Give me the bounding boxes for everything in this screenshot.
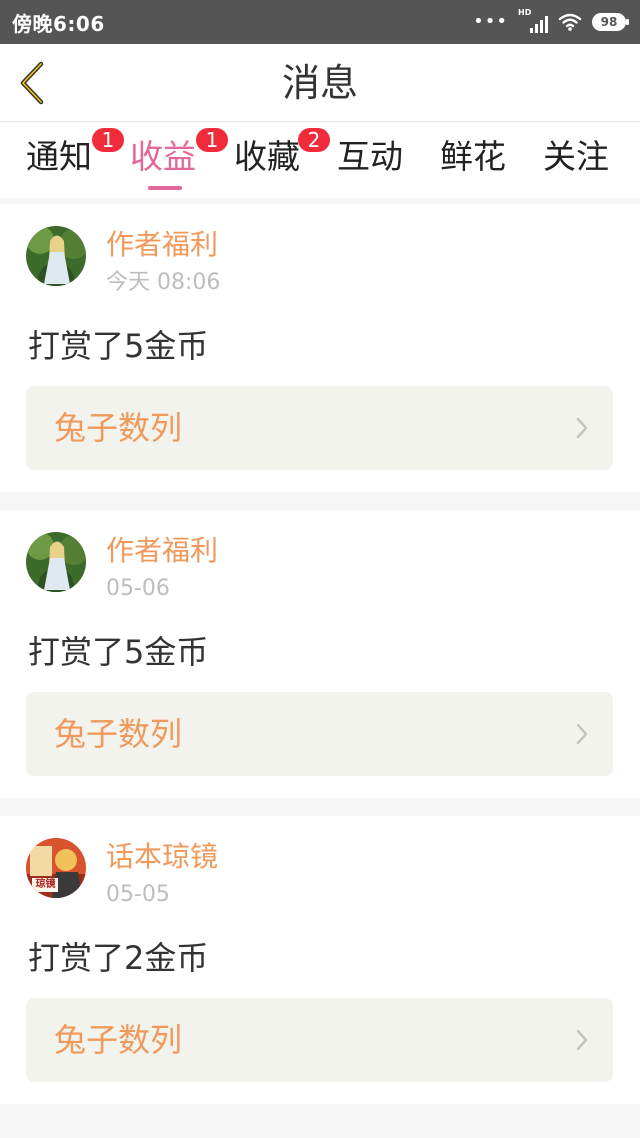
sender-name: 作者福利: [106, 534, 219, 567]
message-text: 打赏了2金币: [28, 939, 209, 977]
status-time: 傍晚6:06: [12, 11, 105, 36]
message-text: 打赏了5金币: [28, 633, 209, 671]
book-link[interactable]: 兔子数列: [26, 998, 613, 1082]
tab-flowers[interactable]: 鲜花: [440, 136, 506, 178]
unread-badge: 1: [92, 128, 124, 152]
battery-icon: 98: [592, 13, 629, 31]
message-time: 05-05: [106, 882, 170, 907]
active-tab-indicator: [148, 186, 182, 190]
chevron-right-icon: [576, 417, 588, 439]
avatar[interactable]: 琼镜: [26, 838, 86, 898]
unread-badge: 2: [298, 128, 330, 152]
avatar[interactable]: [26, 226, 86, 286]
sender-name: 话本琼镜: [106, 840, 219, 873]
message-time: 05-06: [106, 576, 170, 601]
message-time: 今天 08:06: [106, 270, 221, 295]
book-link[interactable]: 兔子数列: [26, 692, 613, 776]
signal-icon: HD: [518, 8, 548, 33]
message-text: 打赏了5金币: [28, 327, 209, 365]
avatar[interactable]: [26, 532, 86, 592]
chevron-right-icon: [576, 723, 588, 745]
book-title: 兔子数列: [54, 715, 183, 753]
tab-earnings[interactable]: 收益 1: [130, 128, 228, 178]
wifi-icon: [558, 13, 582, 31]
tab-label: 鲜花: [440, 137, 506, 176]
tab-label: 收益: [130, 137, 196, 176]
tab-following[interactable]: 关注: [543, 136, 609, 178]
tab-bar: 通知 1 收益 1 收藏 2 互动 鲜花 关注: [0, 122, 640, 198]
message-card: 作者福利 05-06 打赏了5金币 兔子数列: [0, 510, 640, 798]
tab-favorites[interactable]: 收藏 2: [234, 128, 330, 178]
header: 消息: [0, 44, 640, 122]
unread-badge: 1: [196, 128, 228, 152]
tab-label: 通知: [26, 137, 92, 176]
avatar-caption: 琼镜: [35, 879, 56, 890]
tab-notifications[interactable]: 通知 1: [26, 128, 124, 178]
notification-dots-icon: •••: [473, 11, 508, 32]
tab-label: 关注: [543, 137, 609, 176]
tab-label: 收藏: [234, 137, 300, 176]
message-card: 作者福利 今天 08:06 打赏了5金币 兔子数列: [0, 204, 640, 492]
status-bar: 傍晚6:06 ••• HD 98: [0, 0, 640, 44]
status-icons: ••• HD 98: [473, 8, 629, 33]
page-title: 消息: [281, 61, 358, 105]
book-link[interactable]: 兔子数列: [26, 386, 613, 470]
book-title: 兔子数列: [54, 1021, 183, 1059]
message-card: 琼镜 话本琼镜 05-05 打赏了2金币 兔子数列: [0, 816, 640, 1104]
chevron-right-icon: [576, 1029, 588, 1051]
book-title: 兔子数列: [54, 409, 183, 447]
tab-label: 互动: [337, 137, 403, 176]
tab-interactions[interactable]: 互动: [337, 136, 403, 178]
sender-name: 作者福利: [106, 228, 219, 261]
